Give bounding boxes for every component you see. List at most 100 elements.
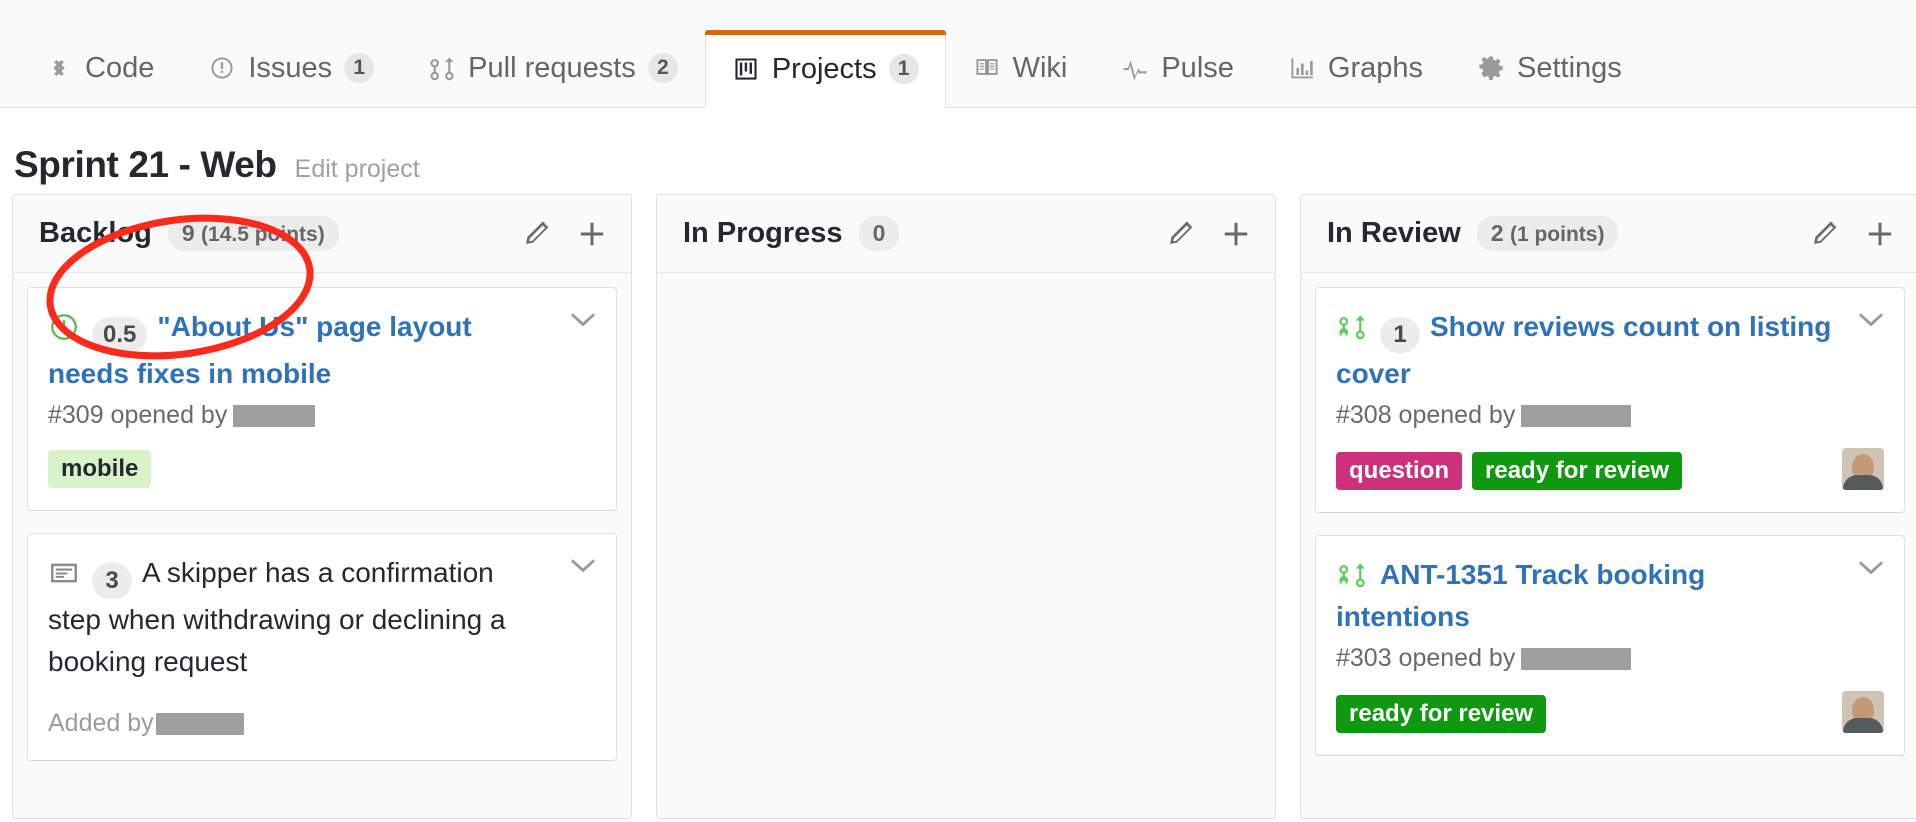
gear-icon	[1477, 54, 1505, 82]
nav-tab-label: Issues	[248, 51, 333, 84]
column-cards	[657, 273, 1275, 818]
column-cards: 1 Show reviews count on listing cover #30…	[1301, 273, 1916, 818]
label-ready-for-review[interactable]: ready for review	[1336, 695, 1547, 733]
nav-tab-label: Code	[85, 51, 155, 84]
column-title: In Progress	[683, 217, 843, 249]
avatar-body	[1843, 475, 1883, 490]
card-added-by: Added by	[48, 709, 596, 738]
note-icon	[48, 557, 80, 589]
card-title-link[interactable]: ANT-1351 Track booking intentions	[1336, 559, 1705, 632]
nav-tab-label: Projects	[771, 52, 877, 85]
repo-nav-tabs: Code Issues 1 Pull requests 2 Projects 1…	[0, 0, 1916, 108]
card-issue-309[interactable]: 0.5 "About Us" page layout needs fixes in…	[27, 287, 617, 511]
column-actions	[519, 217, 609, 251]
chevron-down-icon[interactable]	[1856, 552, 1886, 582]
column-title: In Review	[1327, 217, 1461, 249]
card-labels: mobile	[48, 450, 152, 488]
column-actions	[1163, 217, 1253, 251]
chevron-down-icon[interactable]	[568, 550, 598, 580]
card-pr-303[interactable]: ANT-1351 Track booking intentions #303 o…	[1315, 535, 1905, 756]
column-actions	[1807, 217, 1897, 251]
card-title-row: ANT-1351 Track booking intentions	[1336, 554, 1884, 638]
nav-tab-counter: 1	[344, 53, 375, 83]
nav-tab-pull-requests[interactable]: Pull requests 2	[401, 29, 705, 107]
issue-opened-icon	[208, 54, 236, 82]
card-meta-text: #309 opened by	[48, 401, 228, 429]
nav-tab-settings[interactable]: Settings	[1450, 29, 1649, 107]
points-badge: 1	[1380, 317, 1420, 353]
nav-tab-counter: 1	[888, 54, 919, 84]
column-counter: 2 (1 points)	[1476, 216, 1619, 251]
card-meta: #308 opened by	[1336, 401, 1884, 430]
column-counter: 0	[858, 216, 900, 251]
nav-tab-label: Graphs	[1327, 51, 1423, 84]
card-meta: #309 opened by	[48, 401, 596, 430]
redacted-author	[155, 712, 244, 735]
pulse-icon	[1121, 54, 1149, 82]
card-meta-text: #308 opened by	[1336, 401, 1516, 429]
column-cards: 0.5 "About Us" page layout needs fixes in…	[13, 273, 631, 818]
project-header: Sprint 21 - Web Edit project	[0, 108, 1916, 194]
card-note-skipper[interactable]: 3A skipper has a confirmation step when …	[27, 533, 617, 761]
nav-tab-label: Pull requests	[468, 51, 636, 84]
nav-tab-code[interactable]: Code	[18, 29, 181, 107]
pencil-icon[interactable]	[1163, 217, 1197, 251]
label-mobile[interactable]: mobile	[48, 450, 152, 488]
column-header: Backlog 9 (14.5 points)	[13, 195, 631, 273]
edit-project-link[interactable]: Edit project	[295, 155, 420, 184]
column-header: In Review 2 (1 points)	[1301, 195, 1916, 273]
git-pull-request-icon	[1336, 559, 1368, 591]
pencil-icon[interactable]	[1807, 217, 1841, 251]
card-labels: question ready for review	[1336, 452, 1683, 490]
column-in-progress: In Progress 0	[656, 194, 1276, 819]
nav-tab-issues[interactable]: Issues 1	[181, 29, 401, 107]
avatar[interactable]	[1842, 691, 1884, 733]
project-board-icon	[732, 55, 760, 83]
card-footer: mobile	[48, 448, 596, 488]
card-pr-308[interactable]: 1 Show reviews count on listing cover #30…	[1315, 287, 1905, 513]
plus-icon[interactable]	[1863, 217, 1897, 251]
card-title-row: 3A skipper has a confirmation step when …	[48, 552, 596, 683]
chevron-down-icon[interactable]	[568, 304, 598, 334]
points-badge: 3	[92, 563, 132, 599]
book-icon	[973, 54, 1001, 82]
nav-tab-counter: 2	[647, 53, 678, 83]
nav-tab-pulse[interactable]: Pulse	[1094, 29, 1261, 107]
card-labels: ready for review	[1336, 695, 1547, 733]
pencil-icon[interactable]	[519, 217, 553, 251]
avatar-body	[1843, 718, 1883, 733]
card-footer: question ready for review	[1336, 448, 1884, 490]
label-question[interactable]: question	[1336, 452, 1462, 490]
points-badge: 0.5	[92, 317, 148, 353]
graph-bar-icon	[1288, 54, 1316, 82]
label-ready-for-review[interactable]: ready for review	[1472, 452, 1683, 490]
redacted-author	[1521, 404, 1632, 427]
chevron-down-icon[interactable]	[1856, 304, 1886, 334]
redacted-author	[1521, 647, 1632, 670]
nav-tab-label: Pulse	[1161, 51, 1234, 84]
plus-icon[interactable]	[575, 217, 609, 251]
column-backlog: Backlog 9 (14.5 points) 0.5 "About Us" p…	[12, 194, 632, 819]
code-icon	[45, 54, 73, 82]
avatar[interactable]	[1842, 448, 1884, 490]
column-header: In Progress 0	[657, 195, 1275, 273]
git-pull-request-icon	[1336, 311, 1368, 343]
card-meta-text: #303 opened by	[1336, 644, 1516, 672]
project-board: Backlog 9 (14.5 points) 0.5 "About Us" p…	[0, 194, 1916, 822]
nav-tab-projects[interactable]: Projects 1	[704, 30, 946, 108]
card-added-by-text: Added by	[48, 709, 154, 737]
plus-icon[interactable]	[1219, 217, 1253, 251]
column-title: Backlog	[39, 217, 152, 249]
page-title: Sprint 21 - Web	[14, 144, 277, 185]
nav-tab-label: Wiki	[1012, 51, 1068, 84]
column-in-review: In Review 2 (1 points) 1Show reviews cou…	[1300, 194, 1916, 819]
card-footer: ready for review	[1336, 691, 1884, 733]
nav-tab-graphs[interactable]: Graphs	[1261, 29, 1450, 107]
redacted-author	[233, 404, 316, 427]
git-pull-request-icon	[428, 54, 456, 82]
card-meta: #303 opened by	[1336, 644, 1884, 673]
nav-tab-wiki[interactable]: Wiki	[946, 29, 1095, 107]
issue-opened-icon	[48, 311, 80, 343]
card-title-row: 1 Show reviews count on listing cover	[1336, 306, 1884, 395]
card-title-row: 0.5 "About Us" page layout needs fixes in…	[48, 306, 596, 395]
